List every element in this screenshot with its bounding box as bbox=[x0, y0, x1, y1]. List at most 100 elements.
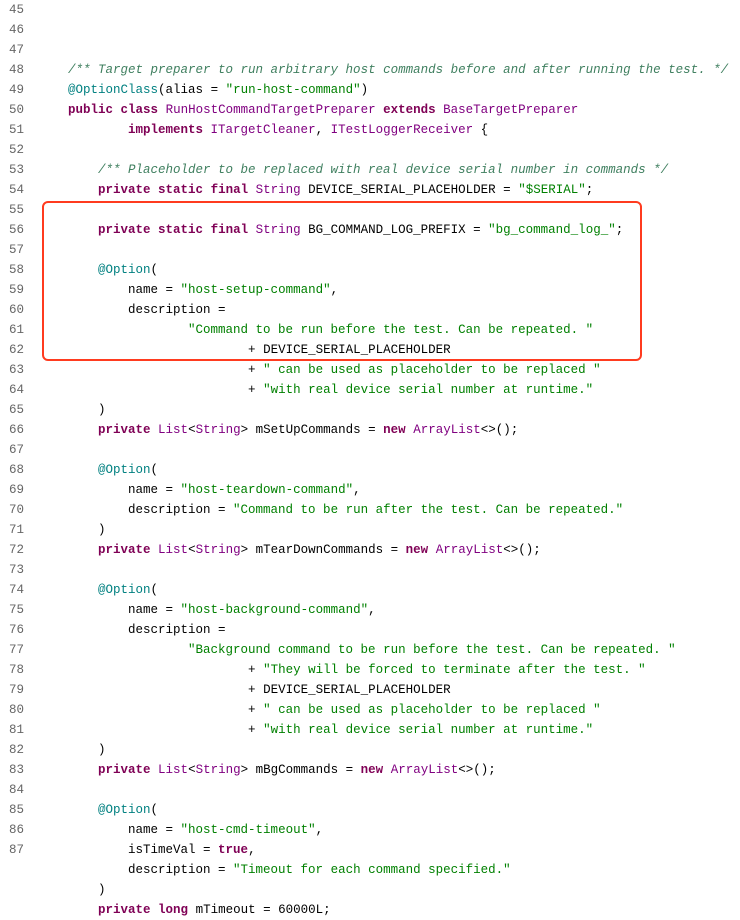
line-number: 45 bbox=[0, 0, 24, 20]
token: isTimeVal bbox=[128, 843, 203, 857]
code-line bbox=[38, 200, 740, 220]
token: "They will be forced to terminate after … bbox=[263, 663, 646, 677]
code-line: ) bbox=[38, 880, 740, 900]
code-content[interactable]: /** Target preparer to run arbitrary hos… bbox=[30, 0, 740, 920]
token: @Option bbox=[98, 583, 151, 597]
token: "Command to be run after the test. Can b… bbox=[233, 503, 623, 517]
token: final bbox=[211, 183, 249, 197]
token: , bbox=[248, 843, 256, 857]
line-number: 69 bbox=[0, 480, 24, 500]
code-line: implements ITargetCleaner, ITestLoggerRe… bbox=[38, 120, 740, 140]
code-viewer: 4546474849505152535455565758596061626364… bbox=[0, 0, 740, 920]
token: ArrayList bbox=[436, 543, 504, 557]
token: "$SERIAL" bbox=[518, 183, 586, 197]
token: > bbox=[241, 423, 249, 437]
token: , bbox=[316, 823, 324, 837]
token: ) bbox=[361, 83, 369, 97]
line-number: 65 bbox=[0, 400, 24, 420]
token: alias bbox=[166, 83, 211, 97]
code-line bbox=[38, 560, 740, 580]
token: DEVICE_SERIAL_PLACEHOLDER bbox=[301, 183, 504, 197]
code-line: @Option( bbox=[38, 800, 740, 820]
token: implements bbox=[128, 123, 203, 137]
token: description bbox=[128, 623, 218, 637]
token: " can be used as placeholder to be repla… bbox=[263, 363, 601, 377]
token: true bbox=[218, 843, 248, 857]
token: ( bbox=[151, 803, 159, 817]
code-line: name = "host-cmd-timeout", bbox=[38, 820, 740, 840]
line-number: 49 bbox=[0, 80, 24, 100]
line-number: 52 bbox=[0, 140, 24, 160]
code-line bbox=[38, 140, 740, 160]
token: " can be used as placeholder to be repla… bbox=[263, 703, 601, 717]
token: + bbox=[248, 683, 263, 697]
token: "bg_command_log_" bbox=[488, 223, 616, 237]
token: ) bbox=[98, 743, 106, 757]
line-number: 54 bbox=[0, 180, 24, 200]
token: "host-teardown-command" bbox=[181, 483, 354, 497]
code-line: ) bbox=[38, 400, 740, 420]
token: String bbox=[196, 423, 241, 437]
line-number: 51 bbox=[0, 120, 24, 140]
token bbox=[151, 903, 159, 917]
token bbox=[158, 103, 166, 117]
token: BaseTargetPreparer bbox=[443, 103, 578, 117]
token: <>(); bbox=[481, 423, 519, 437]
token bbox=[151, 183, 159, 197]
token: = bbox=[346, 763, 361, 777]
token: name bbox=[128, 483, 166, 497]
line-number: 59 bbox=[0, 280, 24, 300]
token: private bbox=[98, 223, 151, 237]
line-number: 71 bbox=[0, 520, 24, 540]
token bbox=[203, 223, 211, 237]
token bbox=[376, 103, 384, 117]
token: "host-cmd-timeout" bbox=[181, 823, 316, 837]
line-number: 47 bbox=[0, 40, 24, 60]
token: ; bbox=[323, 903, 331, 917]
token: 60000L bbox=[278, 903, 323, 917]
code-line: name = "host-background-command", bbox=[38, 600, 740, 620]
token: extends bbox=[383, 103, 436, 117]
token: @Option bbox=[98, 463, 151, 477]
code-line: description = "Timeout for each command … bbox=[38, 860, 740, 880]
line-number: 77 bbox=[0, 640, 24, 660]
token: + bbox=[248, 363, 263, 377]
token: description bbox=[128, 303, 218, 317]
token: static bbox=[158, 223, 203, 237]
code-line: "Command to be run before the test. Can … bbox=[38, 320, 740, 340]
line-number: 48 bbox=[0, 60, 24, 80]
token: name bbox=[128, 823, 166, 837]
line-number: 73 bbox=[0, 560, 24, 580]
line-number: 60 bbox=[0, 300, 24, 320]
line-number: 57 bbox=[0, 240, 24, 260]
token bbox=[203, 123, 211, 137]
token: = bbox=[166, 483, 181, 497]
line-number: 76 bbox=[0, 620, 24, 640]
code-line bbox=[38, 440, 740, 460]
token bbox=[248, 223, 256, 237]
code-line: description = bbox=[38, 620, 740, 640]
token: mSetUpCommands bbox=[248, 423, 368, 437]
code-line: description = bbox=[38, 300, 740, 320]
token: = bbox=[218, 303, 226, 317]
code-line: + "with real device serial number at run… bbox=[38, 380, 740, 400]
token bbox=[203, 183, 211, 197]
token: DEVICE_SERIAL_PLACEHOLDER bbox=[263, 683, 451, 697]
token: ( bbox=[151, 583, 159, 597]
line-number: 56 bbox=[0, 220, 24, 240]
token: String bbox=[196, 763, 241, 777]
token: DEVICE_SERIAL_PLACEHOLDER bbox=[263, 343, 451, 357]
token: + bbox=[248, 703, 263, 717]
token: , bbox=[353, 483, 361, 497]
line-number: 85 bbox=[0, 800, 24, 820]
token: name bbox=[128, 283, 166, 297]
token bbox=[151, 543, 159, 557]
line-number: 68 bbox=[0, 460, 24, 480]
token: RunHostCommandTargetPreparer bbox=[166, 103, 376, 117]
line-number: 86 bbox=[0, 820, 24, 840]
token: + bbox=[248, 383, 263, 397]
token: private bbox=[98, 543, 151, 557]
code-line: @Option( bbox=[38, 460, 740, 480]
token: <>(); bbox=[503, 543, 541, 557]
line-number-gutter: 4546474849505152535455565758596061626364… bbox=[0, 0, 30, 920]
